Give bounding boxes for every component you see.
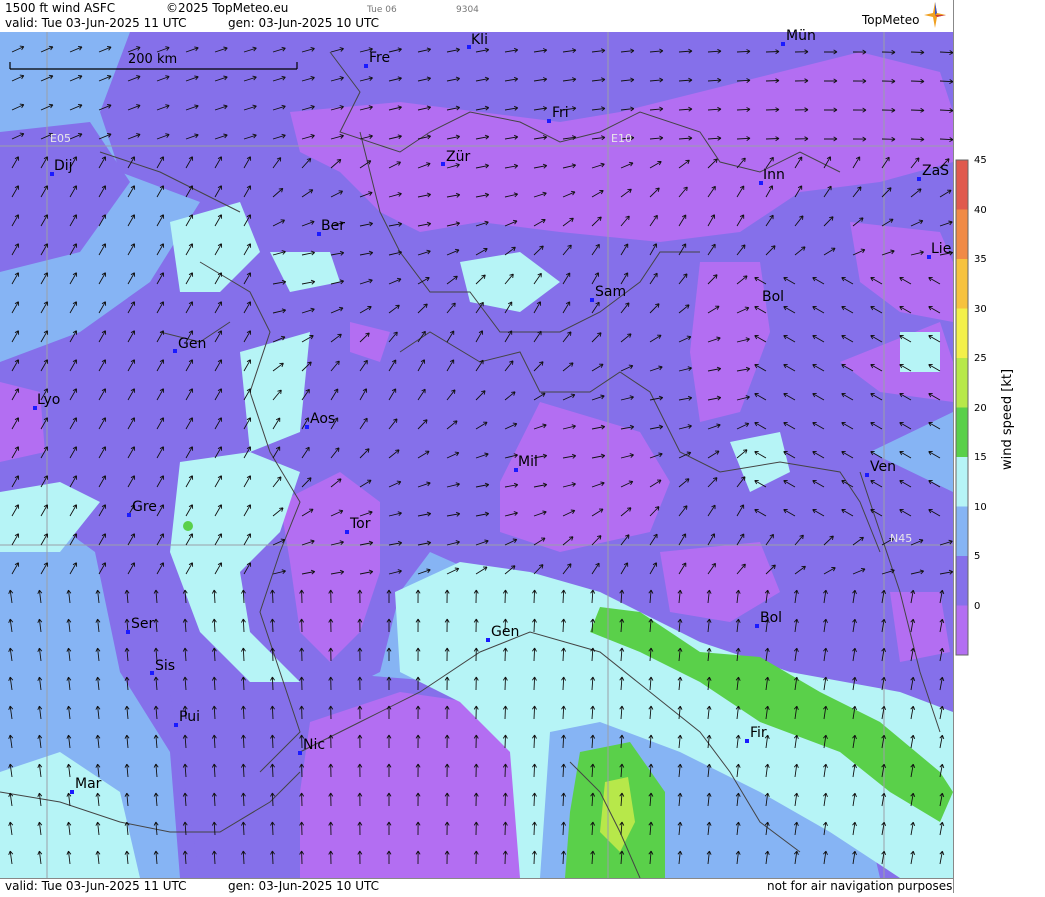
grid-label-e05: E05: [50, 132, 71, 145]
day-label: Tue 06: [367, 5, 397, 15]
city-label[interactable]: ZaS: [922, 164, 949, 179]
city-dot: [70, 790, 74, 794]
city-label[interactable]: Inn: [763, 168, 785, 183]
city-dot: [745, 739, 749, 743]
city-dot: [345, 530, 349, 534]
city-dot: [917, 177, 921, 181]
legend-title: wind speed [kt]: [1000, 368, 1015, 470]
city-label[interactable]: Sis: [155, 659, 175, 674]
city-dot: [755, 624, 759, 628]
city-dot: [441, 162, 445, 166]
wind-map: [0, 32, 953, 878]
legend-tick-label: 10: [974, 501, 987, 513]
city-label[interactable]: Mün: [786, 29, 816, 44]
legend-tick-label: 40: [974, 204, 987, 216]
city-label[interactable]: Mil: [518, 455, 538, 470]
legend-tick-label: 35: [974, 254, 987, 265]
city-dot: [127, 513, 131, 517]
legend-color-swatch: [956, 209, 968, 260]
city-dot: [173, 349, 177, 353]
legend-color-swatch: [956, 308, 968, 359]
city-label[interactable]: Fre: [369, 51, 390, 66]
city-label[interactable]: Lyo: [37, 393, 60, 408]
legend-color-swatch: [956, 358, 968, 408]
city-dot: [590, 298, 594, 302]
city-label[interactable]: Aos: [310, 412, 335, 427]
city-dot: [174, 723, 178, 727]
footer-valid-time: valid: Tue 03-Jun-2025 11 UTC: [5, 879, 187, 893]
legend-color-swatch: [956, 605, 968, 656]
city-dot: [305, 425, 309, 429]
grid-label-e10: E10: [611, 132, 632, 145]
city-dot: [298, 751, 302, 755]
legend-color-swatch: [956, 259, 968, 309]
city-label[interactable]: Bol: [762, 290, 784, 305]
copyright-text: ©2025 TopMeteo.eu: [166, 1, 289, 15]
city-label[interactable]: Bol: [760, 611, 782, 626]
city-label[interactable]: Ser: [131, 617, 154, 632]
city-label[interactable]: Sam: [595, 285, 626, 300]
footer-generated-time: gen: 03-Jun-2025 10 UTC: [228, 879, 380, 893]
code-label: 9304: [456, 5, 479, 15]
legend-color-swatch: [956, 407, 968, 458]
city-label[interactable]: Tor: [350, 517, 371, 532]
city-label[interactable]: Kli: [471, 33, 488, 48]
city-label[interactable]: Gre: [132, 500, 157, 515]
city-dot: [150, 671, 154, 675]
city-label[interactable]: Fri: [552, 106, 569, 121]
city-dot: [865, 473, 869, 477]
city-dot: [547, 119, 551, 123]
product-title: 1500 ft wind ASFC: [5, 1, 116, 15]
legend-tick-label: 30: [974, 303, 987, 315]
topmeteo-logo[interactable]: TopMeteo: [862, 13, 919, 27]
grid-label-n45: N45: [890, 532, 913, 545]
city-label[interactable]: Mar: [75, 777, 101, 792]
city-label[interactable]: Gen: [178, 337, 206, 352]
legend-tick-label: 0: [974, 600, 981, 612]
legend-panel: [953, 0, 1045, 893]
city-dot: [126, 630, 130, 634]
legend-color-swatch: [956, 457, 968, 507]
map-footer: valid: Tue 03-Jun-2025 11 UTC gen: 03-Ju…: [0, 878, 953, 894]
city-label[interactable]: Nic: [303, 738, 325, 753]
generated-time: gen: 03-Jun-2025 10 UTC: [228, 16, 380, 30]
city-label[interactable]: Gen: [491, 625, 519, 640]
legend-color-swatch: [956, 506, 968, 557]
legend-color-swatch: [956, 556, 968, 606]
city-label[interactable]: Ven: [870, 460, 896, 475]
city-dot: [781, 42, 785, 46]
legend-color-swatch: [956, 160, 968, 210]
city-dot: [486, 638, 490, 642]
legend-tick-label: 5: [974, 551, 981, 562]
compass-star-icon: [924, 2, 946, 28]
valid-time: valid: Tue 03-Jun-2025 11 UTC: [5, 16, 187, 30]
city-label[interactable]: Fir: [750, 726, 767, 741]
scale-bar-label: 200 km: [128, 52, 178, 67]
legend-tick-label: 45: [974, 155, 987, 166]
city-label[interactable]: Zür: [446, 150, 470, 165]
legend-tick-label: 20: [974, 402, 987, 414]
city-dot: [364, 64, 368, 68]
city-label[interactable]: Ber: [321, 219, 345, 234]
city-label[interactable]: Lie: [931, 242, 951, 257]
city-label[interactable]: Pui: [179, 710, 200, 725]
legend-tick-label: 25: [974, 353, 987, 364]
disclaimer-text: not for air navigation purposes: [767, 879, 953, 893]
city-label[interactable]: Dij: [54, 159, 73, 174]
legend-tick-label: 15: [974, 452, 987, 463]
